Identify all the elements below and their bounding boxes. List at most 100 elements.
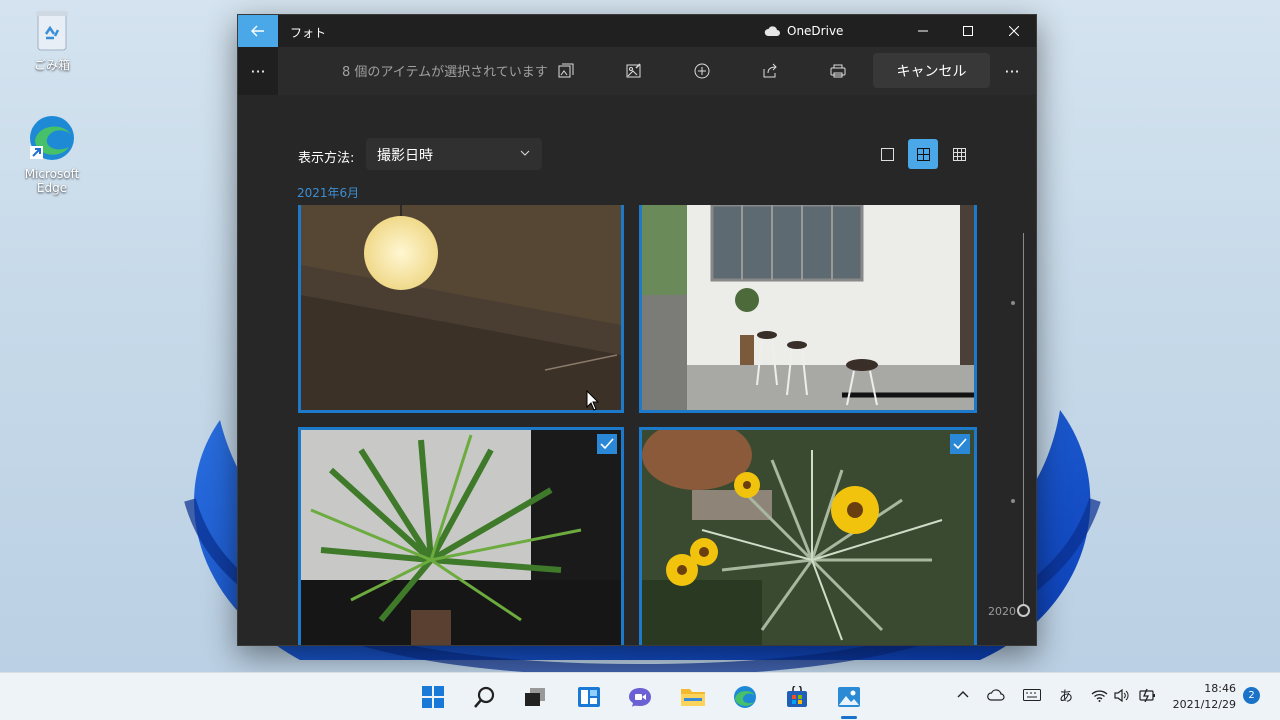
share-button[interactable] [755, 57, 785, 85]
volume-button[interactable] [1114, 688, 1130, 706]
checkmark-icon [953, 438, 967, 450]
mouse-cursor-icon [586, 390, 600, 411]
onedrive-label: OneDrive [787, 24, 844, 38]
print-icon [830, 64, 846, 78]
add-button[interactable] [687, 57, 717, 85]
cancel-button[interactable]: キャンセル [873, 53, 990, 88]
search-icon [474, 686, 495, 708]
teams-chat-icon [629, 688, 651, 707]
small-grid-button[interactable] [944, 139, 974, 169]
store-button[interactable] [781, 681, 813, 713]
cloud-icon [987, 689, 1005, 701]
widgets-button[interactable] [573, 681, 605, 713]
battery-button[interactable] [1139, 688, 1157, 706]
timeline-marker[interactable] [1011, 499, 1015, 503]
taskbar: あ 18:46 2021/12/29 [0, 672, 1280, 720]
medium-grid-icon [916, 147, 930, 161]
active-app-indicator [841, 716, 857, 719]
edge-icon [734, 686, 756, 708]
slideshow-icon [558, 63, 574, 78]
minimize-icon [918, 30, 928, 32]
keyboard-icon [1023, 689, 1041, 701]
ime-mode-indicator[interactable]: あ [1059, 686, 1073, 706]
recycle-bin-icon [36, 11, 68, 51]
print-button[interactable] [823, 57, 853, 85]
show-hidden-icons-button[interactable] [957, 687, 969, 703]
clock-date: 2021/12/29 [1172, 698, 1236, 711]
small-grid-icon [952, 147, 966, 161]
wifi-icon [1091, 690, 1108, 702]
edge-label: Microsoft Edge [24, 167, 80, 195]
photo-tile-gazania-flowers[interactable] [639, 427, 977, 645]
cloud-icon [764, 25, 780, 36]
more-menu-right-button[interactable]: ··· [997, 47, 1027, 95]
search-button[interactable] [469, 681, 501, 713]
maximize-icon [963, 26, 973, 36]
timeline-thumb[interactable] [1017, 604, 1030, 617]
maximize-button[interactable] [945, 15, 991, 47]
desktop-icon-edge[interactable]: Microsoft Edge [12, 113, 92, 195]
photo-gazania-flowers [642, 430, 974, 645]
edit-image-icon [626, 63, 641, 78]
selection-checkbox[interactable] [950, 434, 970, 454]
back-arrow-icon [251, 25, 264, 37]
single-view-icon [880, 147, 894, 161]
wifi-button[interactable] [1091, 689, 1108, 706]
photo-sago-palm [301, 430, 621, 645]
onedrive-tray-button[interactable] [987, 689, 1005, 705]
photos-window: フォト OneDrive ··· 8 個のアイテムが選択されています キャンセル… [237, 14, 1037, 646]
back-button[interactable] [238, 15, 278, 47]
task-view-icon [525, 688, 545, 706]
view-by-label: 表示方法: [298, 151, 355, 166]
edit-image-button[interactable] [619, 57, 649, 85]
medium-grid-button[interactable] [908, 139, 938, 169]
windows-logo-icon [422, 686, 444, 708]
photos-taskbar-button[interactable] [833, 681, 865, 713]
view-by-dropdown[interactable]: 撮影日時 [366, 138, 542, 170]
title-bar: フォト OneDrive [238, 15, 1036, 47]
close-button[interactable] [991, 15, 1036, 47]
share-icon [763, 63, 777, 78]
photo-tile-ceiling-lamp[interactable] [298, 205, 624, 413]
photo-ceiling-lamp [301, 205, 621, 410]
more-menu-left-button[interactable]: ··· [238, 47, 278, 95]
single-view-button[interactable] [872, 139, 902, 169]
teams-chat-button[interactable] [624, 681, 656, 713]
app-title: フォト [290, 26, 327, 40]
edge-icon [30, 116, 74, 160]
edge-taskbar-button[interactable] [729, 681, 761, 713]
view-by-value: 撮影日時 [377, 148, 433, 164]
more-icon: ··· [250, 61, 266, 81]
more-icon: ··· [1004, 61, 1020, 81]
battery-plug-icon [1139, 688, 1155, 703]
task-view-button[interactable] [519, 681, 551, 713]
checkmark-icon [600, 438, 614, 450]
month-heading: 2021年6月 [297, 186, 360, 200]
notification-badge[interactable]: 2 [1243, 687, 1260, 704]
selection-checkbox[interactable] [597, 434, 617, 454]
clock-time: 18:46 [1204, 682, 1236, 695]
store-icon [787, 686, 807, 707]
desktop-icon-recycle-bin[interactable]: ごみ箱 [12, 8, 92, 73]
minimize-button[interactable] [900, 15, 946, 47]
recycle-bin-label: ごみ箱 [33, 58, 70, 72]
timeline-marker[interactable] [1011, 301, 1015, 305]
photo-tile-cafe-storefront[interactable] [639, 205, 977, 413]
add-icon [694, 63, 710, 79]
clock[interactable]: 18:46 2021/12/29 [1166, 681, 1236, 713]
slideshow-button[interactable] [551, 57, 581, 85]
timeline-year-label: 2020 [988, 605, 1016, 618]
file-explorer-button[interactable] [677, 681, 709, 713]
chevron-down-icon [520, 150, 530, 156]
timeline-track[interactable] [1023, 233, 1024, 609]
folder-icon [681, 689, 705, 706]
touch-keyboard-button[interactable] [1023, 689, 1041, 705]
photo-tile-sago-palm[interactable] [298, 427, 624, 645]
start-button[interactable] [417, 681, 449, 713]
onedrive-status[interactable]: OneDrive [764, 24, 843, 38]
chevron-up-icon [957, 691, 969, 698]
photos-icon [838, 687, 860, 707]
command-bar: ··· 8 個のアイテムが選択されています キャンセル ··· [238, 47, 1036, 95]
widgets-icon [578, 687, 600, 707]
selection-count-text: 8 個のアイテムが選択されています [342, 65, 548, 80]
